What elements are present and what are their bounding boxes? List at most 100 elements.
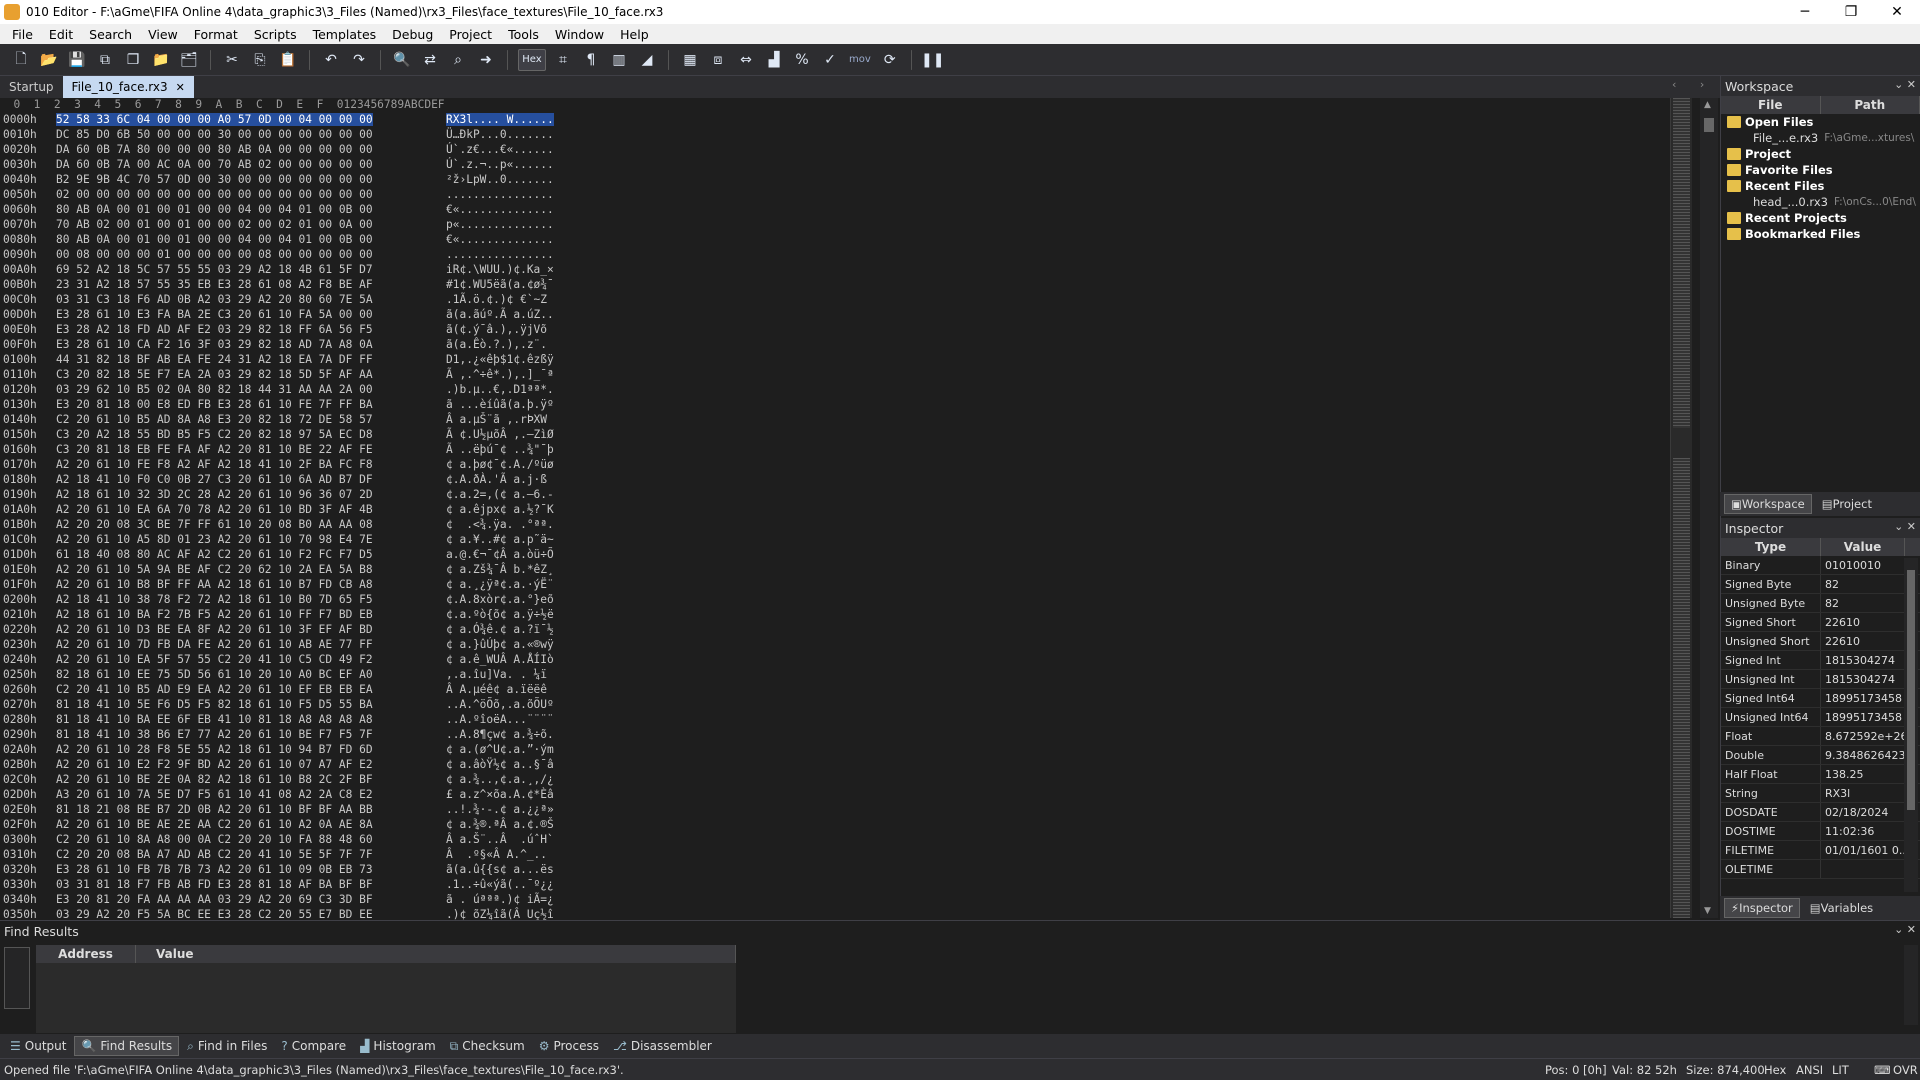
hex-bytes[interactable]: 80 AB 0A 00 01 00 01 00 00 04 00 04 01 0… — [56, 232, 373, 247]
hex-bytes[interactable]: A2 20 61 10 EA 6A 70 78 A2 20 61 10 BD 3… — [56, 502, 373, 517]
hex-ascii-text[interactable]: Ã ‚.^÷ê*.)‚.]_¯ª — [446, 368, 554, 381]
menu-scripts[interactable]: Scripts — [246, 27, 305, 42]
goto-icon[interactable]: ➜ — [475, 49, 497, 71]
tab-variables[interactable]: ▤ Variables — [1804, 898, 1879, 918]
hex-bytes-text[interactable]: E3 20 81 18 00 E8 ED FB E3 28 61 10 FE 7… — [56, 398, 373, 411]
hex-bytes-text[interactable]: E3 28 61 10 E3 FA BA 2E C3 20 61 10 FA 5… — [56, 308, 373, 321]
hex-bytes[interactable]: E3 20 81 20 FA AA AA AA 03 29 A2 20 69 C… — [56, 892, 373, 907]
inspector-row[interactable]: FILETIME 01/01/1601 0... — [1721, 841, 1920, 860]
menu-format[interactable]: Format — [186, 27, 246, 42]
calculator-icon[interactable]: ▦ — [679, 49, 701, 71]
hex-ascii-text[interactable]: ¢.A.8xòr¢.a.°}eõ — [446, 593, 554, 606]
find-options-box[interactable] — [4, 947, 30, 1009]
scroll-thumb[interactable] — [1907, 570, 1915, 810]
hex-ascii[interactable]: ¢ a.êjpx¢ a.½?¯K — [446, 502, 554, 517]
scroll-up-icon[interactable]: ▲ — [1704, 100, 1711, 110]
hex-ascii[interactable]: Ú`.z.¬..p«...... — [446, 157, 554, 172]
col-value[interactable]: Value — [1821, 538, 1905, 556]
hex-bytes-text[interactable]: A2 20 61 10 E2 F2 9F BD A2 20 61 10 07 A… — [56, 758, 373, 771]
hex-bytes-text[interactable]: 70 AB 02 00 01 00 01 00 00 02 00 02 01 0… — [56, 218, 373, 231]
columns-icon[interactable]: ▥ — [608, 49, 630, 71]
hex-ascii[interactable]: ã(¢.ý­¯â.)‚.ÿjVõ — [446, 322, 547, 337]
hex-bytes[interactable]: C3 20 81 18 EB FE FA AF A2 20 81 10 BE 2… — [56, 442, 373, 457]
hex-minimap[interactable] — [1670, 98, 1692, 918]
hex-bytes-text[interactable]: C2 20 61 10 B5 AD 8A A8 E3 20 82 18 72 D… — [56, 413, 373, 426]
hex-bytes[interactable]: E3 28 61 10 E3 FA BA 2E C3 20 61 10 FA 5… — [56, 307, 373, 322]
hex-toggle-button[interactable]: Hex — [518, 48, 546, 71]
workspace-file[interactable]: File_...e.rx3 F:\aGme...xtures\ — [1721, 130, 1920, 146]
hex-bytes[interactable]: A2 20 61 10 BE AE 2E AA C2 20 61 10 A2 0… — [56, 817, 373, 832]
hex-bytes-text[interactable]: 81 18 21 08 BE B7 2D 0B A2 20 61 10 BF B… — [56, 803, 373, 816]
col-value[interactable]: Value — [136, 945, 736, 963]
paragraph-icon[interactable]: ¶ — [580, 49, 602, 71]
hex-ascii-text[interactable]: Â A.µ­éê¢ a.ïëëê — [446, 683, 547, 696]
hex-bytes[interactable]: C2 20 61 10 B5 AD 8A A8 E3 20 82 18 72 D… — [56, 412, 373, 427]
hex-ascii-text[interactable]: ã(a.û{{s¢ a...ës — [446, 863, 554, 876]
status-ovr[interactable]: OVR — [1893, 1063, 1918, 1077]
hex-bytes-text[interactable]: A2 20 61 10 B8 BF FF AA A2 18 61 10 B7 F… — [56, 578, 373, 591]
hex-bytes[interactable]: A2 20 20 08 3C BE 7F FF 61 10 20 08 B0 A… — [56, 517, 373, 532]
copy-icon[interactable]: ⎘ — [249, 49, 271, 71]
hex-bytes-text[interactable]: A2 20 20 08 3C BE 7F FF 61 10 20 08 B0 A… — [56, 518, 373, 531]
hex-bytes[interactable]: 70 AB 02 00 01 00 01 00 00 02 00 02 01 0… — [56, 217, 373, 232]
inspector-row[interactable]: Unsigned Short 22610 — [1721, 632, 1920, 651]
tab-find-in-files[interactable]: ⌕ Find in Files — [181, 1036, 273, 1056]
hex-ascii[interactable]: ¢ a.¸¿ÿª¢.a.·ýË¨ — [446, 577, 554, 592]
hex-ascii[interactable]: ..A.8¶çw¢ a.¾÷õ. — [446, 727, 554, 742]
menu-search[interactable]: Search — [81, 27, 140, 42]
inspector-row[interactable]: Unsigned Int64 18995173458 — [1721, 708, 1920, 727]
inspector-row[interactable]: Half Float 138.25 — [1721, 765, 1920, 784]
hex-bytes-text[interactable]: 81 18 41 10 BA EE 6F EB 41 10 81 18 A8 A… — [56, 713, 373, 726]
menu-debug[interactable]: Debug — [384, 27, 441, 42]
project-icon[interactable]: 🗂 — [178, 49, 200, 71]
hex-ascii[interactable]: Â a.Š¨..Â .úˆH` — [446, 832, 554, 847]
hex-bytes-text[interactable]: A2 20 61 10 D3 BE EA 8F A2 20 61 10 3F E… — [56, 623, 373, 636]
hex-bytes[interactable]: 03 29 62 10 B5 02 0A 80 82 18 44 31 AA A… — [56, 382, 373, 397]
hex-ascii-text[interactable]: ..A.8¶çw¢ a.¾÷õ. — [446, 728, 554, 741]
hex-bytes-text[interactable]: 00 08 00 00 00 01 00 00 00 00 08 00 00 0… — [56, 248, 373, 261]
hex-ascii[interactable]: a.@.€¬¯¢Â a.òü÷Õ — [446, 547, 554, 562]
inspector-value[interactable]: 82 — [1821, 575, 1905, 593]
hex-ascii[interactable]: ¢ a.}ûÚþ¢ a.«®wÿ — [446, 637, 554, 652]
hex-bytes[interactable]: 81 18 21 08 BE B7 2D 0B A2 20 61 10 BF B… — [56, 802, 373, 817]
undo-icon[interactable]: ↶ — [320, 49, 342, 71]
hex-bytes-text[interactable]: A2 20 61 10 5A 9A BE AF C2 20 62 10 2A E… — [56, 563, 373, 576]
hex-bytes-text[interactable]: 81 18 41 10 5E F6 D5 F5 82 18 61 10 F5 D… — [56, 698, 373, 711]
hex-ascii[interactable]: p«.............. — [446, 217, 554, 232]
hex-ascii[interactable]: ¢ a.¾..‚¢.a.¸,/¿ — [446, 772, 554, 787]
hex-ascii[interactable]: Â A.µ­éê¢ a.ïëëê — [446, 682, 547, 697]
hex-bytes-text[interactable]: 02 00 00 00 00 00 00 00 00 00 00 00 00 0… — [56, 188, 373, 201]
hex-bytes[interactable]: C2 20 61 10 8A A8 00 0A C2 20 20 10 FA 8… — [56, 832, 373, 847]
workspace-folder[interactable]: Bookmarked Files — [1721, 226, 1920, 242]
hex-bytes[interactable]: A2 20 61 10 5A 9A BE AF C2 20 62 10 2A E… — [56, 562, 373, 577]
hex-ascii[interactable]: .1..÷û«ýã(..¯º¿¿ — [446, 877, 554, 892]
hex-ascii[interactable]: ¢.A.ðÀ.'Ã a.j­·ß — [446, 472, 547, 487]
menu-templates[interactable]: Templates — [305, 27, 385, 42]
inspector-value[interactable]: 02/18/2024 — [1821, 803, 1905, 821]
histogram-icon[interactable]: ▟ — [763, 49, 785, 71]
hex-ascii-text[interactable]: ‚.a.îu]Va. . ¼ï — [446, 668, 554, 681]
hex-ascii-text[interactable]: ¢.a.2=,(¢ a.–6.- — [446, 488, 554, 501]
hex-ascii-text[interactable]: Ú`.z€...€«...... — [446, 143, 554, 156]
hex-bytes-text[interactable]: A2 20 61 10 28 F8 5E 55 A2 18 61 10 94 B… — [56, 743, 373, 756]
panel-controls-icon[interactable]: ⌄ ✕ — [1894, 520, 1916, 533]
hex-bytes-text[interactable]: A2 20 61 10 FE F8 A2 AF A2 18 41 10 2F B… — [56, 458, 373, 471]
inspector-row[interactable]: Signed Short 22610 — [1721, 613, 1920, 632]
hex-bytes[interactable]: DA 60 0B 7A 80 00 00 00 80 AB 0A 00 00 0… — [56, 142, 373, 157]
hex-bytes[interactable]: A2 18 61 10 BA F2 7B F5 A2 20 61 10 FF F… — [56, 607, 373, 622]
hex-ascii[interactable]: ¢.a.ºò{õ¢ a.ÿ÷½ë — [446, 607, 554, 622]
hex-bytes[interactable]: C2 20 41 10 B5 AD E9 EA A2 20 61 10 EF E… — [56, 682, 373, 697]
hex-ascii-text[interactable]: Â a.µ­Š¨ã ‚.rÞXW — [446, 413, 547, 426]
hex-ascii[interactable]: ¢ a.Zš¾¯Â b.*êZ¸ — [446, 562, 554, 577]
inspector-value[interactable]: 9.3848626423... — [1821, 746, 1905, 764]
hex-bytes[interactable]: 03 29 A2 20 F5 5A BC EE E3 28 C2 20 55 E… — [56, 907, 373, 920]
inspector-row[interactable]: DOSTIME 11:02:36 — [1721, 822, 1920, 841]
inspector-row[interactable]: Signed Byte 82 — [1721, 575, 1920, 594]
hex-bytes-text[interactable]: 44 31 82 18 BF AB EA FE 24 31 A2 18 EA 7… — [56, 353, 373, 366]
hex-bytes-text[interactable]: 82 18 61 10 EE 75 5D 56 61 10 20 10 A0 B… — [56, 668, 373, 681]
workspace-file[interactable]: head_...0.rx3 F:\onCs...0\End\ — [1721, 194, 1920, 210]
editor-scrollbar[interactable]: ▲ ▼ — [1700, 98, 1718, 918]
tab-compare[interactable]: ? Compare — [275, 1036, 352, 1056]
hex-ascii[interactable]: ¢ a.âòŸ½¢ a..§¯â — [446, 757, 554, 772]
hex-bytes-text[interactable]: 23 31 A2 18 57 55 35 EB E3 28 61 08 A2 F… — [56, 278, 373, 291]
